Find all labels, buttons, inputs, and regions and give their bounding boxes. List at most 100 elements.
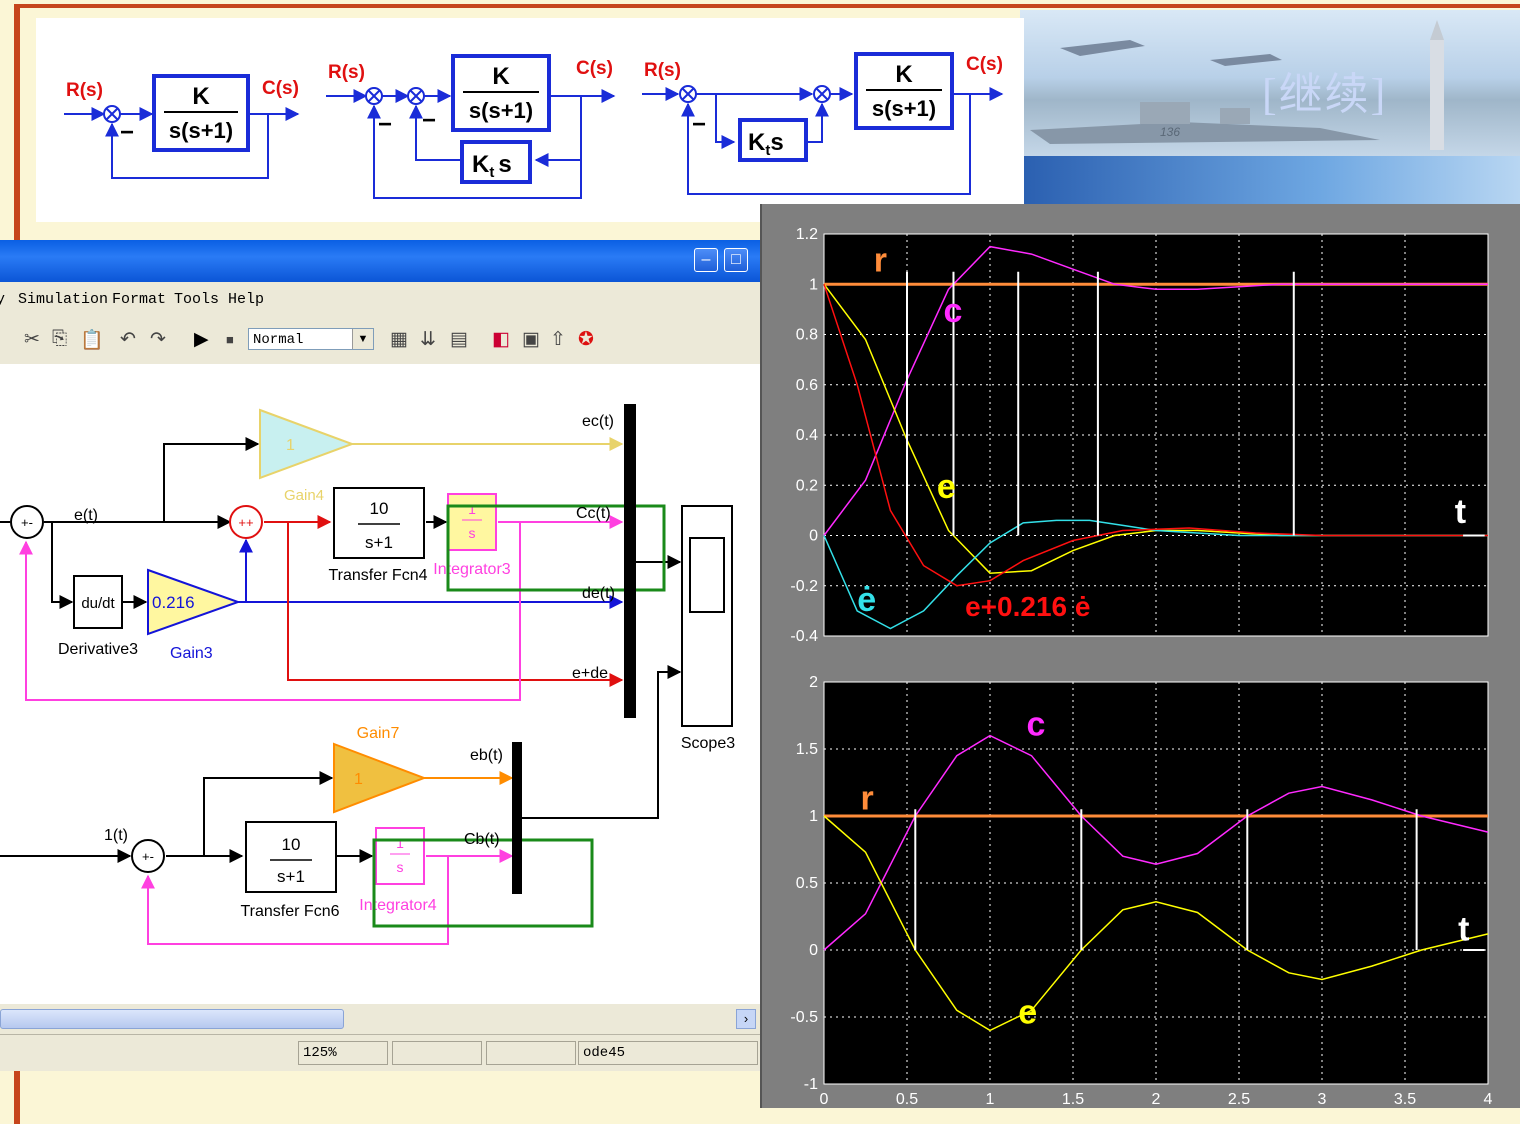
sum1-sign: +- xyxy=(21,515,33,530)
mux-upper[interactable] xyxy=(624,404,636,718)
signal-ec: ec(t) xyxy=(582,413,614,430)
d1-tf-denominator: s(s+1) xyxy=(169,118,233,143)
d2-input-label: R(s) xyxy=(328,62,365,83)
gain3-name: Gain3 xyxy=(170,645,213,662)
menu-bar: y Simulation Format Tools Help xyxy=(0,282,760,317)
scrollbar-thumb[interactable] xyxy=(0,1009,344,1029)
plot-1-xtick-label: 1.5 xyxy=(1062,1091,1084,1108)
d1-input-label: R(s) xyxy=(66,80,103,101)
tf4-den: s+1 xyxy=(365,533,393,552)
int3-num: 1 xyxy=(468,501,476,517)
continue-link[interactable]: [继续] xyxy=(1262,58,1387,122)
plot-1-annotation-e: e xyxy=(1018,994,1037,1032)
d3-tf-numerator: K xyxy=(895,61,913,88)
int3-name: Integrator3 xyxy=(433,561,510,578)
model-advisor-icon[interactable]: ✪ xyxy=(578,328,594,351)
int4-name: Integrator4 xyxy=(359,897,436,914)
gain4-name: Gain4 xyxy=(284,487,324,504)
menu-help[interactable]: Help xyxy=(228,291,264,308)
menu-format[interactable]: Format xyxy=(112,291,166,308)
debugger-icon[interactable]: ▣ xyxy=(522,328,540,351)
plot-0-annotation-edot: ė xyxy=(857,581,876,619)
status-empty-2 xyxy=(486,1041,576,1065)
signal-ede: e+de xyxy=(572,665,608,682)
gain7-name: Gain7 xyxy=(357,725,400,742)
mux-lower[interactable] xyxy=(512,742,522,894)
plot-0-annotation-e: e xyxy=(937,468,956,506)
model-explorer-icon[interactable]: ◧ xyxy=(492,328,510,351)
stop-simulation-icon[interactable]: ■ xyxy=(226,332,234,347)
plot-1-ytick-label: 0.5 xyxy=(796,875,818,892)
minimize-button[interactable]: – xyxy=(694,248,718,272)
tf4-num: 10 xyxy=(370,499,389,518)
maximize-button[interactable]: □ xyxy=(724,248,748,272)
menu-simulation[interactable]: Simulation xyxy=(18,291,108,308)
status-bar: 125% ode45 xyxy=(0,1034,760,1071)
block-diagrams: R(s) C(s) − K s(s+1) R(s) C(s) − − K s(s… xyxy=(36,18,1024,222)
plot-0-ytick-label: 0 xyxy=(809,528,818,545)
int4-num: 1 xyxy=(396,835,404,851)
d3-tf-denominator: s(s+1) xyxy=(872,96,936,121)
plot-1-xtick-label: 1 xyxy=(986,1091,995,1108)
d1-minus: − xyxy=(120,119,134,146)
paste-icon[interactable]: 📋 xyxy=(80,328,104,352)
d2-minus-inner: − xyxy=(422,107,436,134)
library-browser-icon[interactable]: ▦ xyxy=(390,328,408,351)
plot-0-ytick-label: 0.6 xyxy=(796,377,818,394)
menu-edge: y xyxy=(0,291,6,308)
update-diagram-icon[interactable]: ⇊ xyxy=(420,328,436,351)
d1-tf-numerator: K xyxy=(192,83,210,110)
plot-1-annotation-t: t xyxy=(1458,911,1469,949)
go-to-parent-icon[interactable]: ⇧ xyxy=(550,328,566,351)
plot-1-xtick-label: 4 xyxy=(1484,1091,1493,1108)
plot-0-annotation-r: r xyxy=(874,242,887,280)
plot-0-annotation-combo: e+0.216 ė xyxy=(965,591,1090,622)
tf6-name: Transfer Fcn6 xyxy=(241,903,340,920)
copy-icon[interactable]: ⎘ xyxy=(52,328,67,350)
plot-1-xtick-label: 0 xyxy=(820,1091,829,1108)
signal-cb: Cb(t) xyxy=(464,831,500,848)
gain7-block[interactable] xyxy=(333,742,427,814)
plot-1-annotation-r: r xyxy=(861,779,874,817)
plot-1-xtick-label: 0.5 xyxy=(896,1091,918,1108)
signal-de: de(t) xyxy=(582,585,615,602)
d2-minus-outer: − xyxy=(378,111,392,138)
plot-1-ytick-label: 1 xyxy=(809,808,818,825)
signal-e: e(t) xyxy=(74,507,98,524)
sum3-sign: +- xyxy=(142,849,154,864)
d2-tf-numerator: K xyxy=(492,63,510,90)
undo-icon[interactable]: ↶ xyxy=(120,328,136,351)
menu-tools[interactable]: Tools xyxy=(174,291,219,308)
cut-icon[interactable]: ✂ xyxy=(24,328,40,351)
signal-step: 1(t) xyxy=(104,827,128,844)
build-icon[interactable]: ▤ xyxy=(450,328,468,351)
signal-cc: Cc(t) xyxy=(576,505,611,522)
simulink-window: – □ y Simulation Format Tools Help ✂ ⎘ 📋… xyxy=(0,240,761,1071)
redo-icon[interactable]: ↷ xyxy=(150,328,166,351)
d3-output-label: C(s) xyxy=(966,54,1003,75)
scroll-right-icon[interactable]: › xyxy=(736,1009,756,1029)
derivative-name: Derivative3 xyxy=(58,641,138,658)
tf6-den: s+1 xyxy=(277,867,305,886)
status-empty xyxy=(392,1041,482,1065)
plot-0-ytick-label: 1.2 xyxy=(796,226,818,243)
model-canvas[interactable]: +- ++ +- 1 Gain4 du/dt Derivative3 0.216… xyxy=(0,364,760,1004)
horizontal-scrollbar[interactable]: › xyxy=(0,1004,760,1034)
plot-0-ytick-label: 1 xyxy=(809,276,818,293)
plot-1-ytick-label: -1 xyxy=(804,1076,818,1093)
chevron-down-icon[interactable]: ▼ xyxy=(352,329,373,349)
derivative-text: du/dt xyxy=(81,595,115,612)
window-titlebar[interactable]: – □ xyxy=(0,240,760,282)
d2-output-label: C(s) xyxy=(576,58,613,79)
plot-0-annotation-t: t xyxy=(1455,493,1466,531)
signal-eb: eb(t) xyxy=(470,747,503,764)
sum2-sign: ++ xyxy=(238,515,253,530)
int3-den: s xyxy=(469,525,476,541)
plot-1-xtick-label: 2.5 xyxy=(1228,1091,1250,1108)
plot-0-annotation-c: c xyxy=(944,292,963,330)
start-simulation-icon[interactable]: ▶ xyxy=(194,328,209,351)
int4-den: s xyxy=(397,859,404,875)
plot-0-ytick-label: -0.2 xyxy=(790,578,818,595)
gain4-block[interactable] xyxy=(259,408,355,480)
d2-tf-denominator: s(s+1) xyxy=(469,98,533,123)
